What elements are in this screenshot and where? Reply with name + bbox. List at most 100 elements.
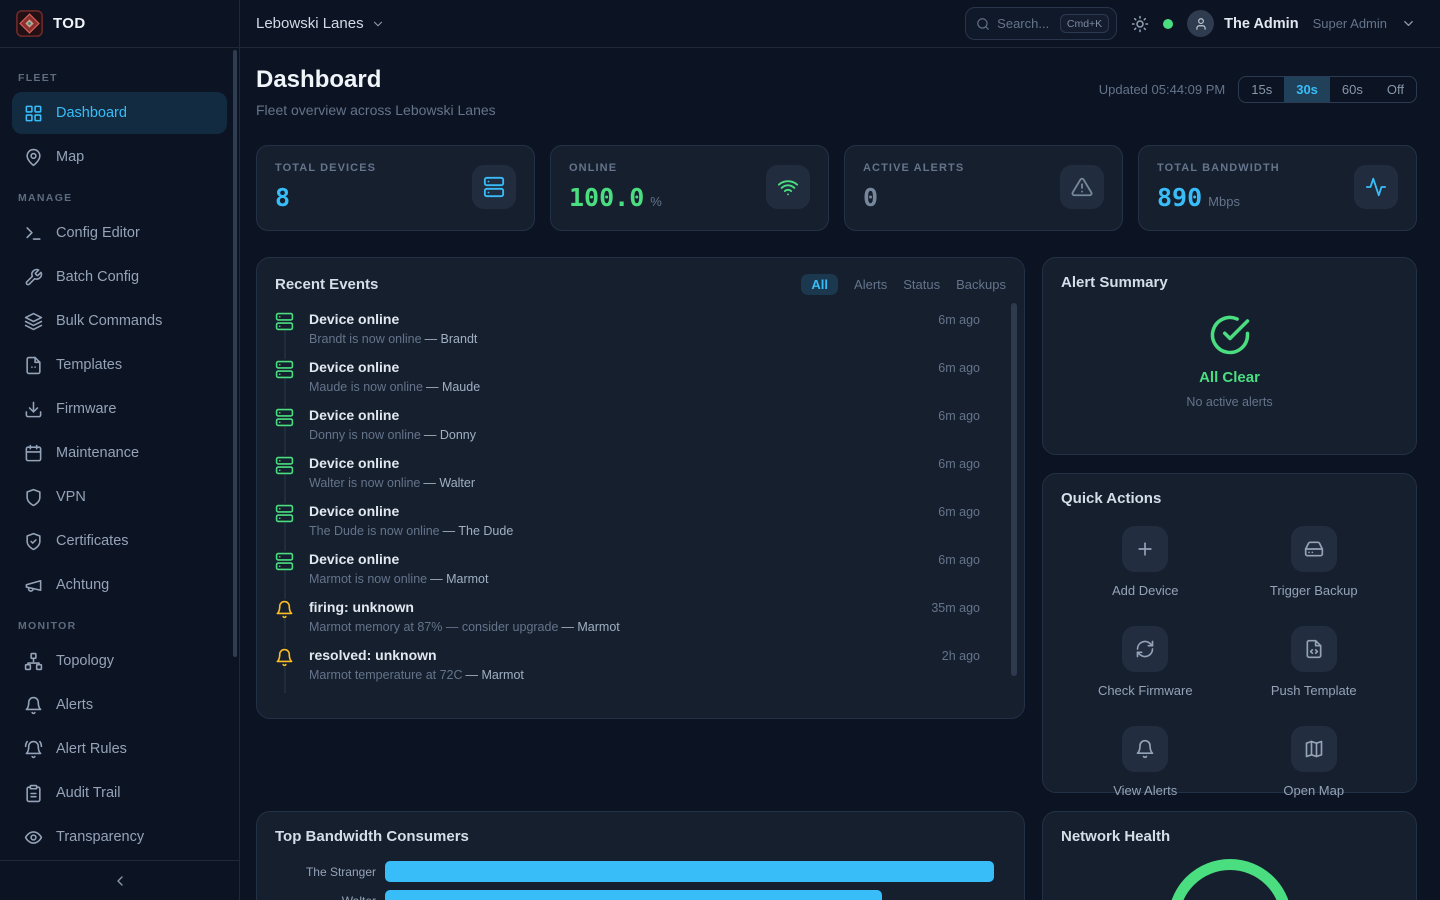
panel-title: Top Bandwidth Consumers — [275, 828, 469, 845]
sidebar-item-label: Alert Rules — [56, 741, 127, 757]
interval-30s-button[interactable]: 30s — [1284, 77, 1330, 102]
page-title: Dashboard — [256, 66, 496, 94]
server-icon — [275, 359, 295, 379]
panel-title: Network Health — [1061, 828, 1170, 845]
sidebar-item-bulk-commands[interactable]: Bulk Commands — [12, 300, 227, 342]
server-icon — [275, 455, 295, 475]
event-title: resolved: unknown — [309, 647, 928, 663]
bandwidth-row: Walter — [275, 890, 1006, 900]
server-icon — [275, 503, 295, 523]
sidebar-item-achtung[interactable]: Achtung — [12, 564, 227, 606]
sidebar-item-label: Transparency — [56, 829, 144, 845]
event-title: Device online — [309, 311, 924, 327]
search-shortcut-badge: Cmd+K — [1060, 14, 1109, 33]
sidebar-scrollbar[interactable] — [233, 50, 237, 657]
interval-15s-button[interactable]: 15s — [1239, 77, 1284, 102]
view-alerts-button[interactable]: View Alerts — [1061, 726, 1230, 798]
event-row[interactable]: Device online Maude is now online— Maude… — [275, 359, 1006, 407]
tab-all[interactable]: All — [801, 274, 838, 295]
stat-value: 890 — [1157, 183, 1202, 212]
check-firmware-button[interactable]: Check Firmware — [1061, 626, 1230, 698]
interval-60s-button[interactable]: 60s — [1330, 77, 1375, 102]
tab-backups[interactable]: Backups — [956, 277, 1006, 292]
event-row[interactable]: resolved: unknown Marmot temperature at … — [275, 647, 1006, 693]
qa-label: View Alerts — [1113, 783, 1177, 798]
file-icon — [24, 356, 43, 375]
tab-status[interactable]: Status — [903, 277, 940, 292]
stat-label: ONLINE — [569, 162, 662, 174]
topbar: Lebowski Lanes Cmd+K The Admin Super Adm… — [240, 0, 1440, 48]
push-template-button[interactable]: Push Template — [1230, 626, 1399, 698]
avatar[interactable] — [1187, 10, 1214, 37]
events-scrollbar[interactable] — [1011, 303, 1017, 676]
sidebar-item-config-editor[interactable]: Config Editor — [12, 212, 227, 254]
sidebar-item-label: VPN — [56, 489, 86, 505]
theme-toggle-button[interactable] — [1131, 15, 1149, 33]
layers-icon — [24, 312, 43, 331]
stat-value: 0 — [863, 183, 878, 212]
sidebar-item-topology[interactable]: Topology — [12, 640, 227, 682]
qa-label: Check Firmware — [1098, 683, 1193, 698]
sidebar-item-firmware[interactable]: Firmware — [12, 388, 227, 430]
bell-ring-icon — [24, 740, 43, 759]
sidebar-item-vpn[interactable]: VPN — [12, 476, 227, 518]
server-icon — [275, 311, 295, 331]
page-subtitle: Fleet overview across Lebowski Lanes — [256, 102, 496, 118]
shield-icon — [24, 488, 43, 507]
sidebar-item-transparency[interactable]: Transparency — [12, 816, 227, 858]
event-title: firing: unknown — [309, 599, 917, 615]
health-gauge: 100 — [1168, 859, 1292, 900]
event-row[interactable]: Device online Brandt is now online— Bran… — [275, 311, 1006, 359]
sidebar-item-alerts[interactable]: Alerts — [12, 684, 227, 726]
qa-label: Trigger Backup — [1270, 583, 1358, 598]
stat-card-total-devices: TOTAL DEVICES 8 — [256, 145, 535, 231]
event-row[interactable]: Device online Donny is now online— Donny… — [275, 407, 1006, 455]
bar-label: The Stranger — [275, 865, 385, 879]
alert-triangle-icon — [1071, 176, 1093, 198]
stat-card-total-bandwidth: TOTAL BANDWIDTH 890 Mbps — [1138, 145, 1417, 231]
recent-events-panel: Recent Events All Alerts Status Backups … — [256, 257, 1025, 719]
user-menu-button[interactable] — [1401, 16, 1416, 31]
qa-label: Add Device — [1112, 583, 1178, 598]
sidebar-item-label: Firmware — [56, 401, 116, 417]
terminal-icon — [24, 224, 43, 243]
event-row[interactable]: Device online Walter is now online— Walt… — [275, 455, 1006, 503]
map-pin-icon — [24, 148, 43, 167]
event-row[interactable]: Device online The Dude is now online— Th… — [275, 503, 1006, 551]
quick-actions-panel: Quick Actions Add Device Trigger Backup — [1042, 473, 1417, 793]
qa-label: Open Map — [1283, 783, 1344, 798]
event-time: 6m ago — [938, 505, 980, 519]
interval-off-button[interactable]: Off — [1375, 77, 1416, 102]
hard-drive-icon — [1304, 539, 1324, 559]
event-device: — Marmot — [466, 668, 524, 682]
sidebar-item-maintenance[interactable]: Maintenance — [12, 432, 227, 474]
sidebar-item-alert-rules[interactable]: Alert Rules — [12, 728, 227, 770]
event-time: 2h ago — [942, 649, 980, 663]
sidebar-item-map[interactable]: Map — [12, 136, 227, 178]
sidebar-item-certificates[interactable]: Certificates — [12, 520, 227, 562]
bandwidth-panel: Top Bandwidth Consumers The Stranger Wal… — [256, 811, 1025, 900]
org-selector[interactable]: Lebowski Lanes — [256, 15, 385, 32]
search-input[interactable] — [997, 16, 1053, 31]
clipboard-icon — [24, 784, 43, 803]
open-map-button[interactable]: Open Map — [1230, 726, 1399, 798]
stats-row: TOTAL DEVICES 8 ONLINE 100.0 % — [256, 145, 1417, 231]
event-row[interactable]: Device online Marmot is now online— Marm… — [275, 551, 1006, 599]
event-title: Device online — [309, 551, 924, 567]
event-device: — Walter — [423, 476, 475, 490]
sidebar-collapse-button[interactable] — [0, 860, 239, 900]
event-row[interactable]: firing: unknown Marmot memory at 87% — c… — [275, 599, 1006, 647]
stat-icon-chip — [1354, 165, 1398, 209]
search-box[interactable]: Cmd+K — [965, 7, 1117, 40]
tab-alerts[interactable]: Alerts — [854, 277, 887, 292]
sidebar-item-dashboard[interactable]: Dashboard — [12, 92, 227, 134]
sidebar-item-batch-config[interactable]: Batch Config — [12, 256, 227, 298]
stat-suffix: Mbps — [1208, 194, 1240, 209]
sidebar-item-audit-trail[interactable]: Audit Trail — [12, 772, 227, 814]
sidebar-item-templates[interactable]: Templates — [12, 344, 227, 386]
trigger-backup-button[interactable]: Trigger Backup — [1230, 526, 1399, 598]
event-title: Device online — [309, 503, 924, 519]
server-icon — [483, 176, 505, 198]
add-device-button[interactable]: Add Device — [1061, 526, 1230, 598]
sidebar-item-label: Certificates — [56, 533, 129, 549]
